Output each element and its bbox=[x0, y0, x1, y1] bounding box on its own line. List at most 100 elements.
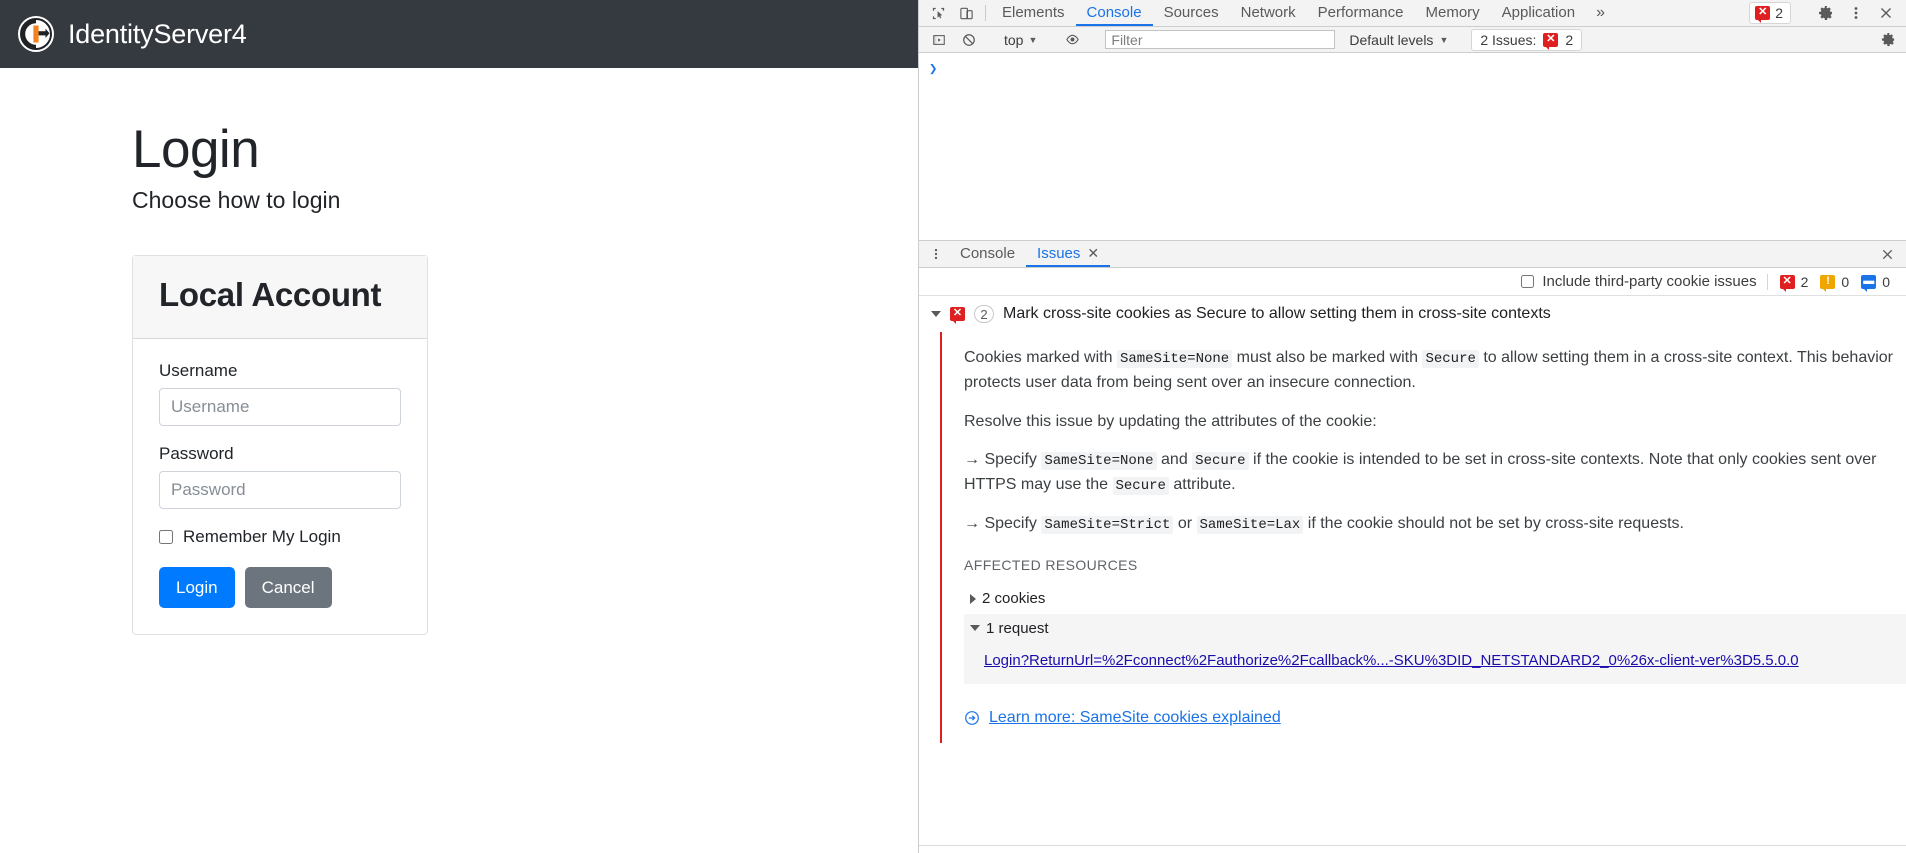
card-body: Username Password Remember My Login Logi… bbox=[133, 339, 427, 634]
kebab-menu-icon[interactable] bbox=[1842, 5, 1870, 21]
affected-request-row: Login?ReturnUrl=%2Fconnect%2Fauthorize%2… bbox=[964, 642, 1906, 684]
third-party-cookie-label: Include third-party cookie issues bbox=[1542, 273, 1757, 290]
issues-count: 2 bbox=[1565, 31, 1574, 48]
console-output-area[interactable]: ❯ bbox=[919, 53, 1906, 241]
tab-console[interactable]: Console bbox=[1075, 0, 1153, 26]
drawer-tab-issues-close-icon[interactable]: ✕ bbox=[1087, 245, 1099, 262]
close-icon[interactable] bbox=[1872, 5, 1900, 21]
tab-memory[interactable]: Memory bbox=[1415, 0, 1491, 26]
console-prompt-icon: ❯ bbox=[929, 62, 938, 78]
chevron-right-icon-cookies[interactable] bbox=[970, 594, 976, 605]
remember-me-label[interactable]: Remember My Login bbox=[183, 527, 341, 547]
code-secure-2: Secure bbox=[1192, 452, 1249, 471]
issues-error-badge-icon: ✕ bbox=[1543, 32, 1559, 50]
devtools-main-tabbar: Elements Console Sources Network Perform… bbox=[919, 0, 1906, 27]
inspect-element-icon[interactable] bbox=[924, 0, 952, 26]
tab-performance[interactable]: Performance bbox=[1307, 0, 1415, 26]
third-party-cookie-toggle[interactable]: Include third-party cookie issues bbox=[1521, 273, 1757, 290]
drawer-close-icon[interactable] bbox=[1869, 241, 1906, 267]
issue-paragraph-3: → Specify SameSite=None and Secure if th… bbox=[964, 448, 1906, 498]
issue-count-chip: 2 bbox=[974, 305, 994, 323]
more-tabs-icon[interactable]: » bbox=[1586, 0, 1615, 26]
tab-application[interactable]: Application bbox=[1491, 0, 1586, 26]
issues-error-count: 2 bbox=[1800, 273, 1809, 290]
drawer-tab-issues[interactable]: Issues ✕ bbox=[1026, 241, 1111, 267]
chevron-down-icon: ▼ bbox=[1028, 34, 1038, 45]
affected-resource-cookies[interactable]: 2 cookies bbox=[964, 584, 1906, 613]
identityserver-logo-icon bbox=[18, 16, 54, 52]
gear-icon[interactable] bbox=[1812, 5, 1840, 21]
chevron-down-icon-requests[interactable] bbox=[970, 625, 980, 632]
code-secure-3: Secure bbox=[1112, 477, 1169, 496]
page-lead: Choose how to login bbox=[132, 186, 341, 213]
affected-resource-requests-label: 1 request bbox=[986, 619, 1049, 637]
clear-console-icon[interactable] bbox=[955, 33, 983, 47]
log-levels-select[interactable]: Default levels ▼ bbox=[1341, 32, 1456, 48]
error-badge-icon-2: ✕ bbox=[1779, 274, 1795, 292]
learn-more-row: Learn more: SameSite cookies explained bbox=[964, 706, 1906, 731]
learn-more-link[interactable]: Learn more: SameSite cookies explained bbox=[989, 706, 1281, 731]
code-samesite-none: SameSite=None bbox=[1116, 350, 1233, 368]
issues-counter-button[interactable]: 2 Issues: ✕ 2 bbox=[1471, 28, 1583, 51]
issue-paragraph-4: → Specify SameSite=Strict or SameSite=La… bbox=[964, 512, 1906, 537]
username-input[interactable] bbox=[159, 388, 401, 427]
text: → Specify bbox=[964, 451, 1042, 469]
device-toolbar-icon[interactable] bbox=[952, 0, 980, 26]
text: → Specify bbox=[964, 514, 1042, 532]
drawer-kebab-menu-icon[interactable] bbox=[923, 241, 949, 267]
chevron-down-icon-levels: ▼ bbox=[1439, 34, 1449, 45]
text: or bbox=[1173, 514, 1197, 532]
warning-badge-icon: ! bbox=[1820, 274, 1836, 292]
toolbar-divider bbox=[985, 5, 986, 21]
tab-elements[interactable]: Elements bbox=[991, 0, 1076, 26]
affected-request-link[interactable]: Login?ReturnUrl=%2Fconnect%2Fauthorize%2… bbox=[984, 649, 1799, 672]
issue-error-badge-icon: ✕ bbox=[950, 307, 965, 324]
console-sidebar-icon[interactable] bbox=[925, 33, 953, 47]
issues-info-count: 0 bbox=[1882, 273, 1890, 290]
issue-paragraph-1: Cookies marked with SameSite=None must a… bbox=[964, 346, 1906, 396]
console-settings-gear-icon[interactable] bbox=[1881, 32, 1900, 47]
affected-resource-cookies-label: 2 cookies bbox=[982, 590, 1046, 608]
text: if the cookie should not be set by cross… bbox=[1303, 514, 1684, 532]
third-party-cookie-checkbox[interactable] bbox=[1521, 275, 1535, 288]
code-samesite-strict: SameSite=Strict bbox=[1041, 515, 1174, 534]
console-filter-bar: top ▼ Default levels ▼ 2 Issues: ✕ 2 bbox=[919, 27, 1906, 53]
drawer-tab-console[interactable]: Console bbox=[949, 241, 1026, 267]
issue-title: Mark cross-site cookies as Secure to all… bbox=[1003, 305, 1551, 322]
console-filter-input[interactable] bbox=[1105, 30, 1336, 49]
remember-me-row: Remember My Login bbox=[159, 527, 401, 547]
code-secure: Secure bbox=[1422, 350, 1479, 368]
error-count-pill[interactable]: ✕ 2 bbox=[1749, 2, 1791, 24]
form-actions: Login Cancel bbox=[159, 567, 401, 609]
devtools-toolbar-right: ✕ 2 bbox=[1749, 0, 1906, 26]
username-label: Username bbox=[159, 361, 238, 381]
code-samesite-lax: SameSite=Lax bbox=[1196, 515, 1304, 534]
affected-resource-requests[interactable]: 1 request bbox=[964, 613, 1906, 643]
cancel-button[interactable]: Cancel bbox=[244, 567, 332, 609]
tab-sources[interactable]: Sources bbox=[1153, 0, 1230, 26]
brand-link[interactable]: IdentityServer4 bbox=[18, 16, 247, 52]
text: Cookies marked with bbox=[964, 349, 1117, 366]
text: must also be marked with bbox=[1232, 349, 1423, 366]
password-input[interactable] bbox=[159, 471, 401, 510]
tab-network[interactable]: Network bbox=[1230, 0, 1307, 26]
text: attribute. bbox=[1168, 476, 1236, 494]
chevron-down-icon-issue[interactable] bbox=[931, 311, 941, 317]
issues-toolbar: Include third-party cookie issues ✕ 2 ! … bbox=[919, 268, 1906, 296]
page-body: Login Choose how to login Local Account … bbox=[0, 68, 918, 636]
live-expression-eye-icon[interactable] bbox=[1058, 32, 1086, 47]
info-badge-icon: ▬ bbox=[1861, 274, 1877, 292]
issue-header[interactable]: ✕ 2 Mark cross-site cookies as Secure to… bbox=[919, 296, 1906, 332]
text: and bbox=[1156, 451, 1193, 469]
issue-body: Cookies marked with SameSite=None must a… bbox=[940, 332, 1906, 743]
identityserver-login-page: IdentityServer4 Login Choose how to logi… bbox=[0, 0, 918, 853]
local-account-card: Local Account Username Password Remember… bbox=[132, 254, 428, 636]
drawer-tabbar: Console Issues ✕ bbox=[919, 241, 1906, 268]
remember-me-checkbox[interactable] bbox=[159, 530, 173, 545]
execution-context-select[interactable]: top ▼ bbox=[998, 32, 1043, 48]
issues-warning-count: 0 bbox=[1841, 273, 1850, 290]
error-badge-icon: ✕ bbox=[1755, 6, 1771, 23]
password-label: Password bbox=[159, 444, 234, 464]
login-button[interactable]: Login bbox=[159, 567, 235, 609]
brand-text: IdentityServer4 bbox=[68, 18, 247, 49]
